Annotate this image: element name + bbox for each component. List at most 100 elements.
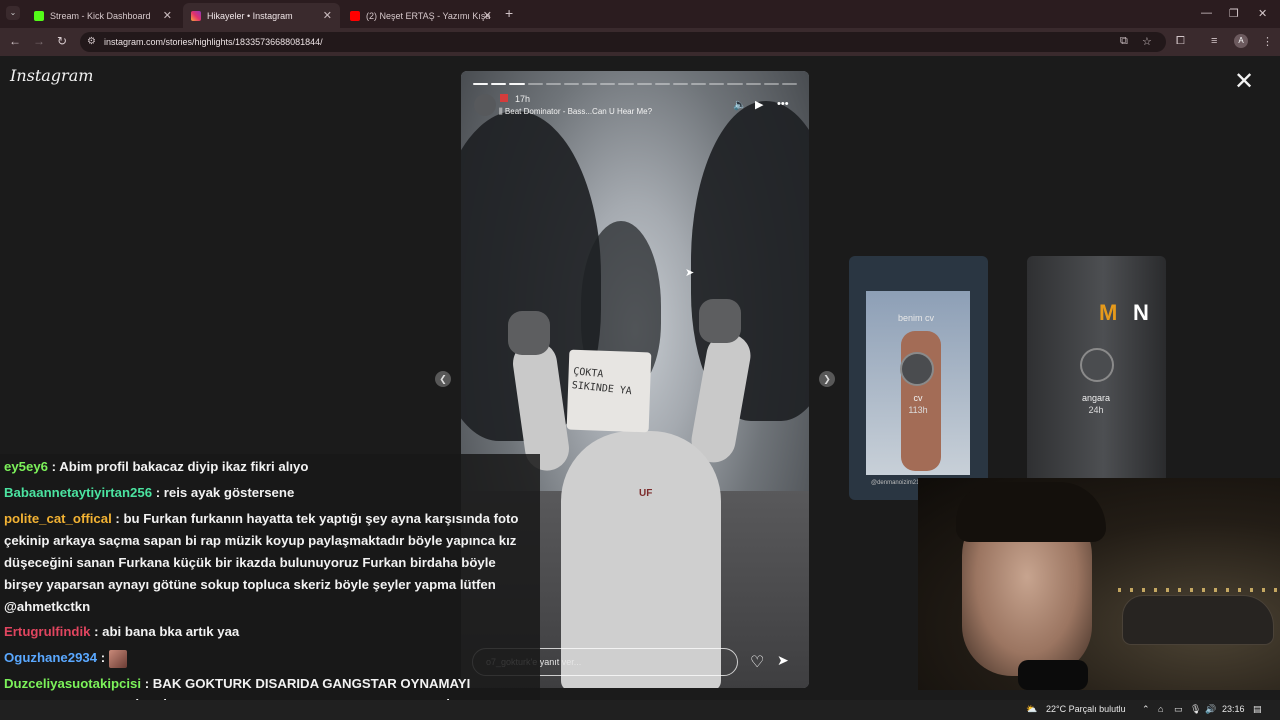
string-lights (1118, 588, 1278, 592)
previous-story-button[interactable]: ❮ (435, 371, 451, 387)
tab-youtube[interactable]: (2) Neşet ERTAŞ - Yazımı Kışa Ç ✕ (342, 3, 500, 28)
weather-icon[interactable]: ⛅ (1026, 704, 1037, 715)
chat-message: ey5ey6 : Abim profil bakacaz diyip ikaz … (4, 456, 528, 478)
story-user-avatar[interactable] (474, 94, 496, 116)
progress-segment (691, 83, 707, 85)
progress-segment (727, 83, 743, 85)
webcam-overlay (918, 478, 1280, 690)
site-info-icon[interactable]: ⚙ (87, 36, 96, 47)
chat-username: Duzceliyasuotakipcisi (4, 676, 142, 691)
window-close-button[interactable]: ✕ (1258, 7, 1267, 20)
preview-label: cv (913, 393, 923, 403)
minimize-button[interactable]: — (1201, 7, 1212, 19)
profile-avatar[interactable]: A (1234, 34, 1248, 48)
close-story-icon[interactable]: ✕ (1234, 70, 1254, 94)
mouse-cursor-icon: ➤ (685, 267, 695, 279)
chat-message: Babaannetaytiyirtan256 : reis ayak göste… (4, 482, 528, 504)
close-tab-icon[interactable]: ✕ (483, 9, 492, 22)
hand-left (508, 311, 550, 355)
progress-segment (745, 83, 761, 85)
progress-segment (781, 83, 798, 85)
back-button[interactable]: ← (9, 34, 21, 48)
chat-emote (108, 649, 127, 668)
chat-text: : reis ayak göstersene (152, 485, 295, 500)
tab-title: Stream - Kick Dashboard (50, 10, 151, 21)
like-heart-icon[interactable]: ♡ (750, 652, 764, 672)
chat-text: : Abim profil bakacaz diyip ikaz fikri a… (48, 459, 309, 474)
more-options-icon[interactable]: ••• (777, 98, 789, 110)
display-icon[interactable]: ▭ (1174, 704, 1183, 715)
progress-segment (509, 83, 525, 85)
preview-time: 24h (1088, 405, 1104, 415)
streamer-hair (956, 482, 1106, 542)
next-story-button[interactable]: ❯ (819, 371, 835, 387)
notifications-icon[interactable]: ▤ (1253, 704, 1262, 715)
volume-icon[interactable]: 🔈 (733, 98, 747, 111)
tab-instagram-stories[interactable]: Hikayeler • Instagram ✕ (183, 3, 340, 28)
weather-text[interactable]: 22°C Parçalı bulutlu (1046, 704, 1126, 714)
chat-username: Oguzhane2934 (4, 650, 98, 665)
progress-segment (491, 83, 507, 85)
send-icon[interactable]: ➤ (777, 652, 789, 669)
chat-username: ey5ey6 (4, 459, 49, 474)
progress-segment (654, 83, 670, 85)
progress-segment (582, 83, 598, 85)
progress-segment (672, 83, 689, 85)
tab-list-button[interactable]: ⌄ (6, 6, 20, 20)
hoodie-logo: UF (639, 488, 653, 499)
chat-message: Ertugrulfindik : abi bana bka artık yaa (4, 621, 528, 643)
youtube-icon (350, 10, 360, 21)
tab-title: Hikayeler • Instagram (207, 10, 293, 21)
browser-menu-icon[interactable]: ⋮ (1262, 35, 1273, 48)
preview-logo-m: M (1099, 300, 1118, 325)
volume-tray-icon[interactable]: 🔊 (1205, 704, 1216, 715)
preview-logo-n: N (1133, 300, 1149, 325)
play-icon[interactable]: ▶ (755, 98, 763, 111)
mic-icon[interactable]: 🎙 (1190, 704, 1201, 715)
story-progress-bar (473, 83, 798, 85)
chat-username: Babaannetaytiyirtan256 (4, 485, 153, 500)
new-tab-button[interactable]: + (505, 5, 513, 21)
progress-segment (600, 83, 616, 85)
preview-handle: @denmanoizim21 (871, 480, 920, 486)
preview-label: angara (1081, 393, 1111, 403)
instagram-logo[interactable]: Instagram (10, 66, 93, 85)
restore-button[interactable]: ❐ (1229, 7, 1239, 20)
reload-button[interactable]: ↻ (57, 34, 67, 48)
tray-overflow-icon[interactable]: ⌃ (1142, 704, 1150, 715)
instagram-icon (191, 10, 201, 21)
chat-text: : (97, 650, 109, 665)
preview-avatar (1080, 348, 1114, 382)
tab-kick-dashboard[interactable]: Stream - Kick Dashboard ✕ (26, 3, 180, 28)
chat-text: : abi bana bka artık yaa (90, 624, 240, 639)
progress-segment (636, 83, 652, 85)
chat-message: Oguzhane2934 : (4, 647, 528, 669)
reading-list-icon[interactable]: ≡ (1211, 35, 1217, 47)
network-icon[interactable]: ⌂ (1158, 704, 1163, 714)
install-app-icon[interactable]: ⧉ (1120, 35, 1128, 48)
story-time: 17h (515, 94, 531, 104)
progress-segment (545, 83, 561, 85)
chat-username: polite_cat_offical (4, 511, 112, 526)
clock-time[interactable]: 23:16 (1222, 704, 1245, 714)
chat-text: : bu Furkan furkanın hayatta tek yaptığı… (4, 511, 519, 614)
chat-username: Ertugrulfindik (4, 624, 91, 639)
forward-button[interactable]: → (33, 34, 45, 48)
music-title: Beat Dominator - Bass...Can U Hear Me? (504, 107, 653, 116)
bookmark-star-icon[interactable]: ☆ (1142, 35, 1152, 48)
sign-text: ÇOKTA SIKINDE YA (571, 366, 633, 398)
progress-segment (563, 83, 580, 85)
paper-sign: ÇOKTA SIKINDE YA (566, 349, 652, 433)
vintage-car (1123, 596, 1273, 644)
progress-segment (527, 83, 543, 85)
progress-segment (763, 83, 779, 85)
preview-caption: benim cv (898, 313, 935, 323)
close-tab-icon[interactable]: ✕ (323, 9, 332, 22)
extensions-icon[interactable]: ⧠ (1176, 35, 1185, 48)
story-music[interactable]: ⫼ Beat Dominator - Bass...Can U Hear Me? (499, 107, 652, 117)
chat-message: polite_cat_offical : bu Furkan furkanın … (4, 508, 528, 618)
preview-time: 113h (908, 405, 928, 415)
progress-segment (473, 83, 489, 85)
url-text[interactable]: instagram.com/stories/highlights/1833573… (104, 37, 323, 47)
close-tab-icon[interactable]: ✕ (163, 9, 172, 22)
